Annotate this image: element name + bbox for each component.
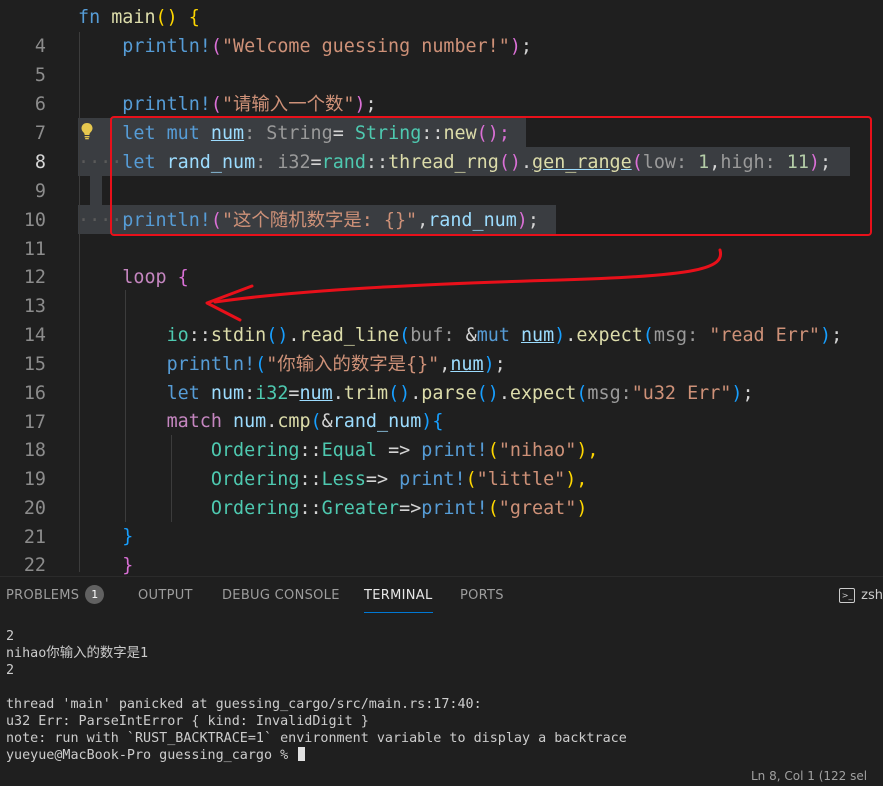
terminal-output[interactable]: 2 nihao你输入的数字是1 2 thread 'main' panicked… bbox=[0, 614, 883, 764]
code-line[interactable]: 23 } bbox=[0, 551, 883, 576]
terminal-line: 2 bbox=[6, 663, 15, 678]
code-line[interactable]: 22 } bbox=[0, 522, 883, 576]
code-line[interactable]: 17 let num:i32=num.trim().parse().expect… bbox=[0, 379, 883, 433]
code-line[interactable]: 18 match num.cmp(&rand_num){ bbox=[0, 407, 883, 461]
tab-problems[interactable]: PROBLEMS 1 bbox=[6, 577, 105, 615]
terminal-prompt: yueyue@MacBook-Pro guessing_cargo % bbox=[6, 748, 297, 763]
terminal-line: nihao你输入的数字是1 bbox=[6, 646, 149, 661]
terminal-icon: >_ bbox=[839, 588, 856, 603]
code-line[interactable]: 6 bbox=[0, 61, 883, 115]
code-line[interactable]: 21 Ordering::Greater=>print!("great") bbox=[0, 494, 883, 548]
tab-output[interactable]: OUTPUT bbox=[138, 577, 193, 615]
code-line[interactable]: 7 println!("请输入一个数"); bbox=[0, 90, 883, 144]
terminal-shell-selector[interactable]: >_ zsh bbox=[839, 577, 883, 615]
tab-ports[interactable]: PORTS bbox=[460, 577, 504, 615]
code-line[interactable]: 15 io::stdin().read_line(buf: &mut num).… bbox=[0, 321, 883, 375]
code-editor[interactable]: 4 fn main() { 5 println!("Welcome guessi… bbox=[0, 0, 883, 576]
terminal-line: u32 Err: ParseIntError { kind: InvalidDi… bbox=[6, 714, 369, 729]
cursor-position[interactable]: Ln 8, Col 1 (122 sel bbox=[751, 766, 867, 786]
code-line[interactable]: 19 Ordering::Equal => print!("nihao"), bbox=[0, 436, 883, 490]
code-line[interactable]: 13 loop { bbox=[0, 263, 883, 317]
code-line[interactable]: 20 Ordering::Less=> print!("little"), bbox=[0, 465, 883, 519]
problems-count-badge: 1 bbox=[85, 585, 105, 604]
tab-terminal[interactable]: TERMINAL bbox=[364, 577, 433, 615]
code-line[interactable]: 5 println!("Welcome guessing number!"); bbox=[0, 32, 883, 86]
code-line[interactable]: 14 bbox=[0, 292, 883, 346]
panel-tab-bar: PROBLEMS 1 OUTPUT DEBUG CONSOLE TERMINAL … bbox=[0, 576, 883, 615]
code-line[interactable]: 16 println!("你输入的数字是{}",num); bbox=[0, 350, 883, 404]
terminal-prompt-line[interactable]: yueyue@MacBook-Pro guessing_cargo % bbox=[6, 747, 306, 764]
lightbulb-icon[interactable] bbox=[80, 122, 94, 140]
terminal-line: note: run with `RUST_BACKTRACE=1` enviro… bbox=[6, 731, 627, 746]
code-line[interactable]: 12 bbox=[0, 234, 883, 288]
status-bar: Ln 8, Col 1 (122 sel bbox=[0, 766, 883, 783]
terminal-cursor bbox=[298, 747, 306, 761]
code-line[interactable]: 4 fn main() { bbox=[0, 3, 883, 57]
terminal-line: 2 bbox=[6, 629, 15, 644]
tab-debug-console[interactable]: DEBUG CONSOLE bbox=[222, 577, 340, 615]
highlight-box-annotation bbox=[110, 116, 872, 236]
terminal-line: thread 'main' panicked at guessing_cargo… bbox=[6, 697, 482, 712]
